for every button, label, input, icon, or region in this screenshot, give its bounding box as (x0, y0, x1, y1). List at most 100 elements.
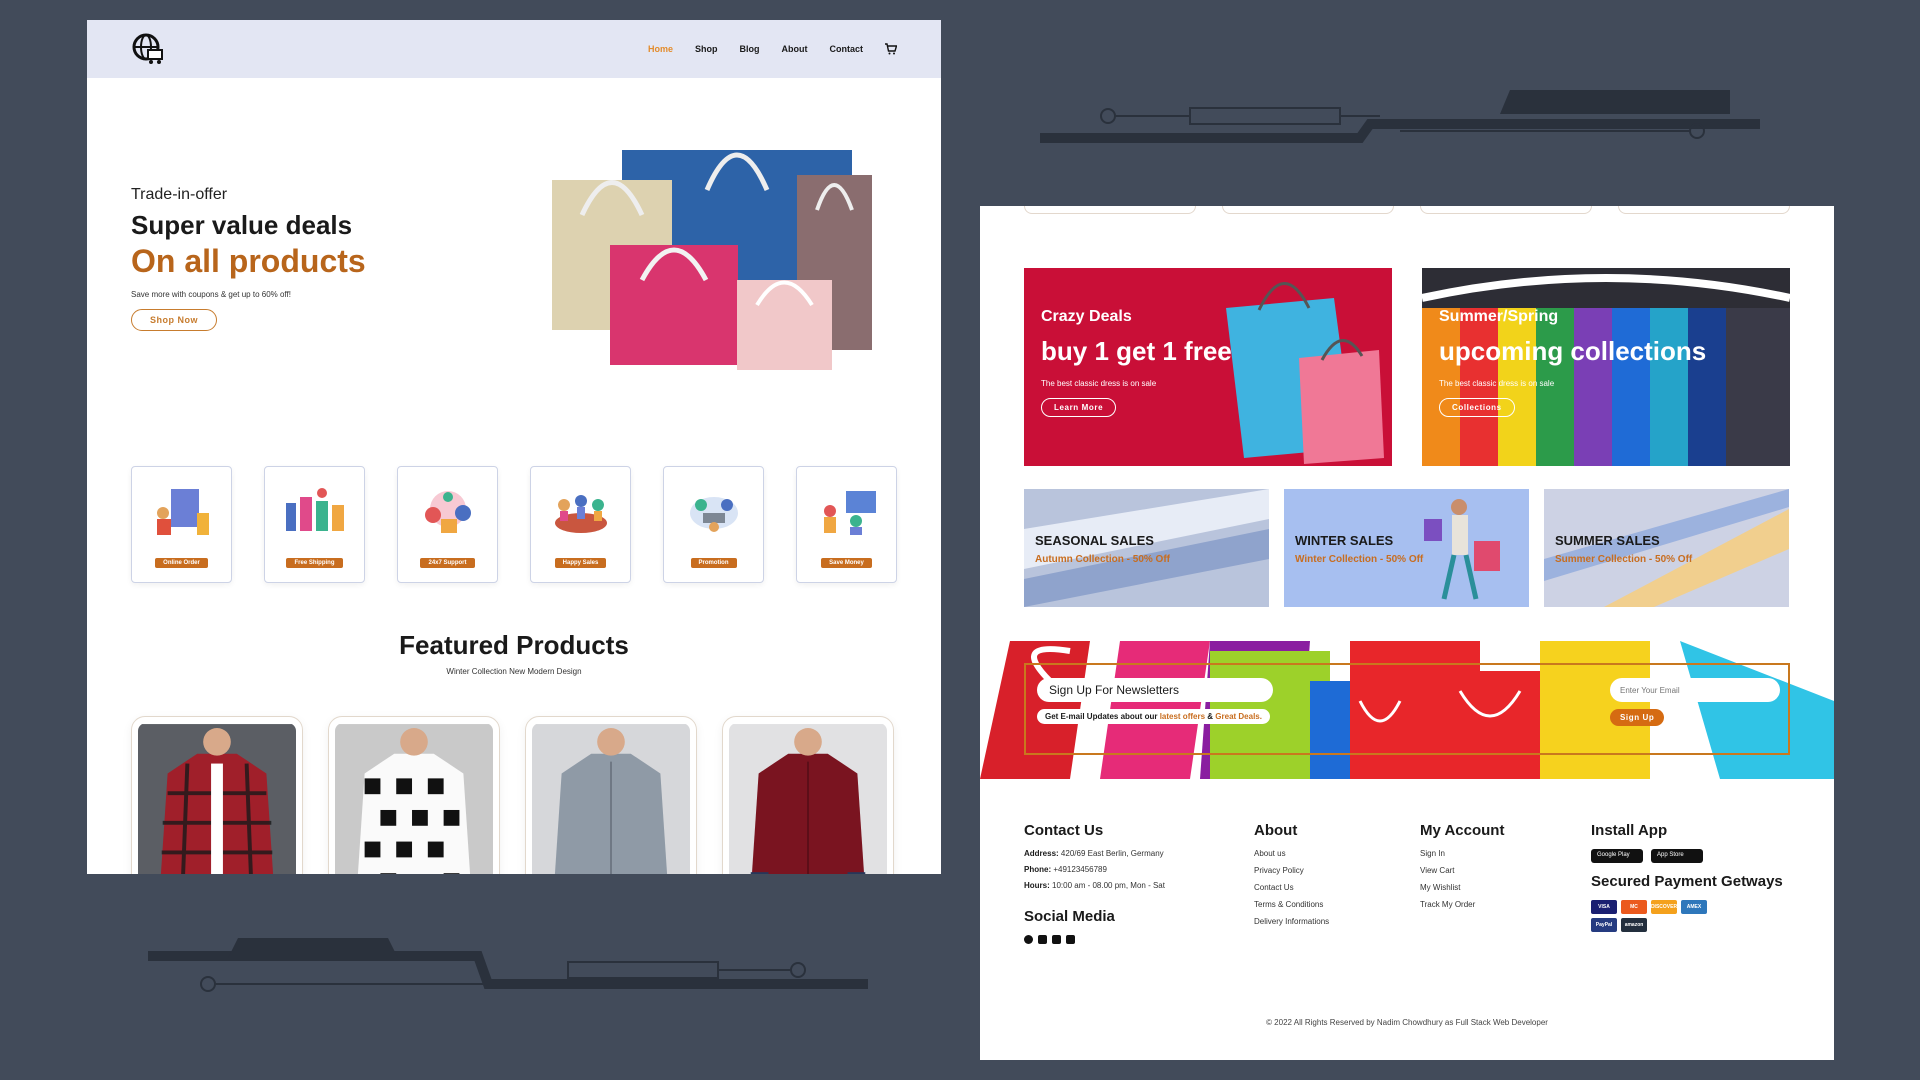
hero-text: Trade-in-offer Super value deals On all … (131, 186, 366, 331)
collections-button[interactable]: Collections (1439, 398, 1515, 417)
hours-value: 10:00 am - 08.00 pm, Mon - Sat (1052, 881, 1165, 890)
twitter-icon[interactable] (1038, 935, 1047, 944)
footer-about-title: About (1254, 822, 1298, 839)
promo-banners: Crazy Deals buy 1 get 1 free The best cl… (1024, 268, 1790, 466)
hero-subtitle: Save more with coupons & get up to 60% o… (131, 290, 291, 299)
navbar: Home Shop Blog About Contact (87, 20, 941, 78)
product-card-edge (1420, 206, 1592, 214)
hero-title-highlight: On all products (131, 243, 366, 279)
feature-card[interactable]: Happy Sales (530, 466, 631, 583)
terms-link[interactable]: Terms & Conditions (1254, 900, 1329, 909)
upcoming-collections-banner: Summer/Spring upcoming collections The b… (1422, 268, 1790, 466)
feature-label: Happy Sales (554, 558, 607, 568)
view-cart-link[interactable]: View Cart (1420, 866, 1504, 875)
hero-kicker: Trade-in-offer (131, 186, 228, 203)
crazy-deals-text: Crazy Deals buy 1 get 1 free The best cl… (1041, 308, 1232, 417)
product-card[interactable] (328, 716, 500, 874)
shop-now-button[interactable]: Shop Now (131, 309, 217, 331)
featured-products-title: Featured Products (399, 630, 629, 660)
promotion-illustration-icon (689, 497, 738, 532)
feature-label: Free Shipping (286, 558, 343, 568)
feature-card[interactable]: Online Order (131, 466, 232, 583)
footer-account-title: My Account (1420, 822, 1505, 839)
circuit-decoration-bottom (148, 936, 868, 996)
footer-hours: Hours: 10:00 am - 08.00 pm, Mon - Sat (1024, 881, 1165, 890)
newsletter-email-input[interactable] (1610, 678, 1780, 702)
product-card-edge (1024, 206, 1196, 214)
seasonal-sales-banner[interactable]: SEASONAL SALES Autumn Collection - 50% O… (1024, 489, 1269, 607)
sale-subtitle: Autumn Collection - 50% Off (1035, 554, 1170, 565)
feature-card[interactable]: Save Money (796, 466, 897, 583)
hero-title: Super value deals (131, 210, 353, 240)
facebook-icon[interactable] (1024, 935, 1033, 944)
circuit-decoration-top (1040, 84, 1760, 144)
product-card[interactable] (525, 716, 697, 874)
social-media-title: Social Media (1024, 908, 1115, 925)
sale-text: WINTER SALES Winter Collection - 50% Off (1295, 533, 1423, 565)
sale-text: SEASONAL SALES Autumn Collection - 50% O… (1035, 533, 1170, 565)
newsletter-title: Sign Up For Newsletters (1037, 678, 1273, 702)
cart-icon[interactable] (885, 43, 897, 55)
payment-title: Secured Payment Getways (1591, 873, 1783, 890)
crazy-deals-banner: Crazy Deals buy 1 get 1 free The best cl… (1024, 268, 1392, 466)
hero-section: Trade-in-offer Super value deals On all … (87, 78, 941, 448)
upcoming-collections-text: Summer/Spring upcoming collections The b… (1439, 308, 1706, 417)
nav-shop-link[interactable]: Shop (695, 44, 718, 54)
feature-card[interactable]: Promotion (663, 466, 764, 583)
nav-contact-link[interactable]: Contact (830, 44, 864, 54)
footer-address: Address: 420/69 East Berlin, Germany (1024, 849, 1165, 858)
product-card[interactable] (131, 716, 303, 874)
sale-title: WINTER SALES (1295, 533, 1394, 548)
about-us-link[interactable]: About us (1254, 849, 1329, 858)
great-deals-link: Great Deals. (1215, 712, 1262, 721)
address-label: Address: (1024, 849, 1059, 858)
feature-card[interactable]: 24x7 Support (397, 466, 498, 583)
feature-label: Save Money (821, 558, 872, 568)
product-card-edge (1222, 206, 1394, 214)
delivery-info-link[interactable]: Delivery Informations (1254, 917, 1329, 926)
summer-sales-banner[interactable]: SUMMER SALES Summer Collection - 50% Off (1544, 489, 1789, 607)
feature-label: Promotion (690, 558, 737, 568)
footer-phone: Phone: +49123456789 (1024, 865, 1165, 874)
globe-cart-logo-icon[interactable] (131, 32, 165, 66)
learn-more-button[interactable]: Learn More (1041, 398, 1117, 417)
red-plaid-shirt-image (138, 724, 296, 874)
winter-sales-banner[interactable]: WINTER SALES Winter Collection - 50% Off (1284, 489, 1529, 607)
google-play-badge[interactable]: Google Play (1591, 849, 1643, 863)
phone-value: +49123456789 (1053, 865, 1107, 874)
nav-about-link[interactable]: About (782, 44, 808, 54)
featured-products-subtitle: Winter Collection New Modern Design (446, 667, 582, 676)
hours-label: Hours: (1024, 881, 1050, 890)
wishlist-link[interactable]: My Wishlist (1420, 883, 1504, 892)
install-app-title: Install App (1591, 822, 1668, 839)
promo-subtitle: The best classic dress is on sale (1439, 379, 1555, 388)
black-white-plaid-shirt-image (335, 724, 493, 874)
feature-label: 24x7 Support (420, 558, 475, 568)
discover-icon: DISCOVER (1651, 900, 1677, 914)
promo-title: upcoming collections (1439, 336, 1707, 366)
newsletter-subtitle: Get E-mail Updates about our latest offe… (1037, 709, 1270, 724)
sign-up-button[interactable]: Sign Up (1610, 709, 1665, 726)
homepage-bottom-panel: Crazy Deals buy 1 get 1 free The best cl… (980, 206, 1834, 1060)
track-order-link[interactable]: Track My Order (1420, 900, 1504, 909)
feature-card[interactable]: Free Shipping (264, 466, 365, 583)
product-card[interactable] (722, 716, 894, 874)
features-row: Online Order Free Shipping 24x7 Support … (131, 466, 897, 583)
latest-offers-link: latest offers (1159, 712, 1206, 721)
promo-subtitle: The best classic dress is on sale (1041, 379, 1157, 388)
maroon-shirt-image (729, 724, 887, 874)
nav-home-link[interactable]: Home (648, 44, 673, 54)
newsletter-section: Sign Up For Newsletters Get E-mail Updat… (980, 641, 1834, 779)
contact-us-link[interactable]: Contact Us (1254, 883, 1329, 892)
nav-blog-link[interactable]: Blog (740, 44, 760, 54)
sign-in-link[interactable]: Sign In (1420, 849, 1504, 858)
app-store-badge[interactable]: App Store (1651, 849, 1703, 863)
youtube-icon[interactable] (1052, 935, 1061, 944)
copyright-text: © 2022 All Rights Reserved by Nadim Chow… (1266, 1018, 1548, 1027)
homepage-panel: Home Shop Blog About Contact Trade-in-of… (87, 20, 941, 874)
happy-sales-illustration-icon (554, 495, 607, 533)
privacy-policy-link[interactable]: Privacy Policy (1254, 866, 1329, 875)
sale-title: SEASONAL SALES (1035, 533, 1154, 548)
linkedin-icon[interactable] (1066, 935, 1075, 944)
footer-install: Install App Google Play App Store Secure… (1591, 822, 1783, 932)
